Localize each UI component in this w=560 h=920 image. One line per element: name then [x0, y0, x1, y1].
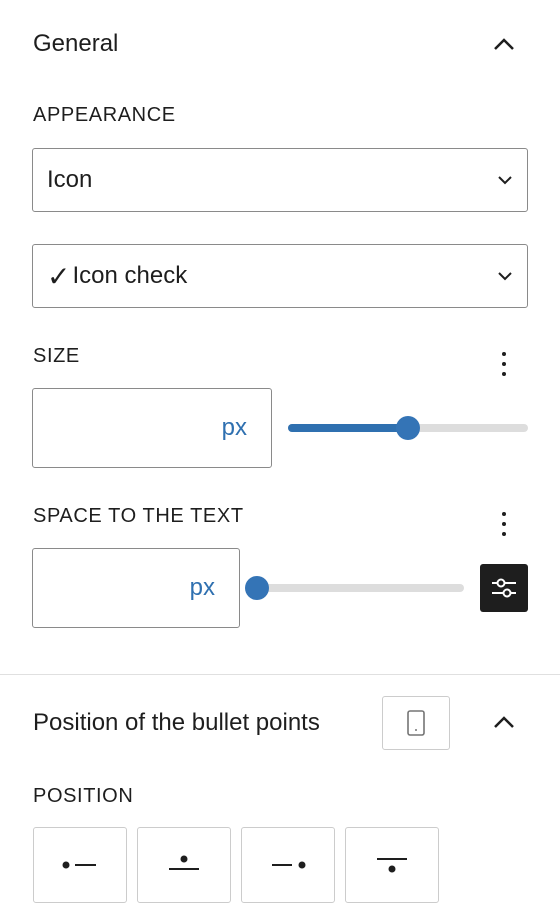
appearance-label: APPEARANCE [33, 104, 176, 126]
position-label: POSITION [33, 785, 134, 807]
size-input-box[interactable]: px [32, 388, 272, 468]
chevron-up-icon [494, 38, 514, 50]
kebab-menu-icon [502, 512, 506, 516]
general-title: General [33, 30, 119, 57]
tablet-icon [407, 710, 425, 736]
spacing-slider-track[interactable] [256, 584, 464, 592]
bullets-collapse-button[interactable] [484, 702, 524, 742]
sliders-icon [492, 578, 516, 598]
custom-value-toggle-button[interactable] [480, 564, 528, 612]
position-left-button[interactable] [33, 827, 127, 903]
bullet-right-icon [272, 861, 306, 869]
spacing-input[interactable] [105, 574, 190, 602]
position-bottom-button[interactable] [345, 827, 439, 903]
spacing-label: SPACE TO THE TEXT [33, 505, 244, 527]
icon-select-value: Icon check [72, 262, 188, 289]
size-options-button[interactable] [494, 344, 514, 384]
position-top-button[interactable] [137, 827, 231, 903]
bullet-top-icon [169, 855, 199, 870]
size-unit: px [221, 414, 247, 441]
chevron-down-icon [498, 272, 512, 281]
kebab-menu-icon [502, 352, 506, 356]
bullet-left-icon [62, 861, 96, 869]
size-slider-thumb[interactable] [396, 416, 420, 440]
spacing-slider-thumb[interactable] [245, 576, 269, 600]
spacing-unit: px [189, 574, 215, 601]
spacing-input-box[interactable]: px [32, 548, 240, 628]
spacing-options-button[interactable] [494, 504, 514, 544]
icon-select[interactable]: ✓ Icon check [32, 244, 528, 308]
size-slider-fill [288, 424, 408, 432]
general-collapse-button[interactable] [484, 24, 524, 64]
size-label: SIZE [33, 345, 80, 367]
bullet-bottom-icon [377, 858, 407, 873]
section-divider [0, 674, 560, 675]
bullets-title: Position of the bullet points [33, 709, 320, 736]
device-preview-button[interactable] [382, 696, 450, 750]
appearance-select[interactable]: Icon [32, 148, 528, 212]
check-icon: ✓ [47, 260, 71, 292]
chevron-down-icon [498, 176, 512, 185]
appearance-select-value: Icon [47, 166, 93, 193]
position-right-button[interactable] [241, 827, 335, 903]
chevron-up-icon [494, 716, 514, 728]
size-input[interactable] [117, 414, 222, 442]
